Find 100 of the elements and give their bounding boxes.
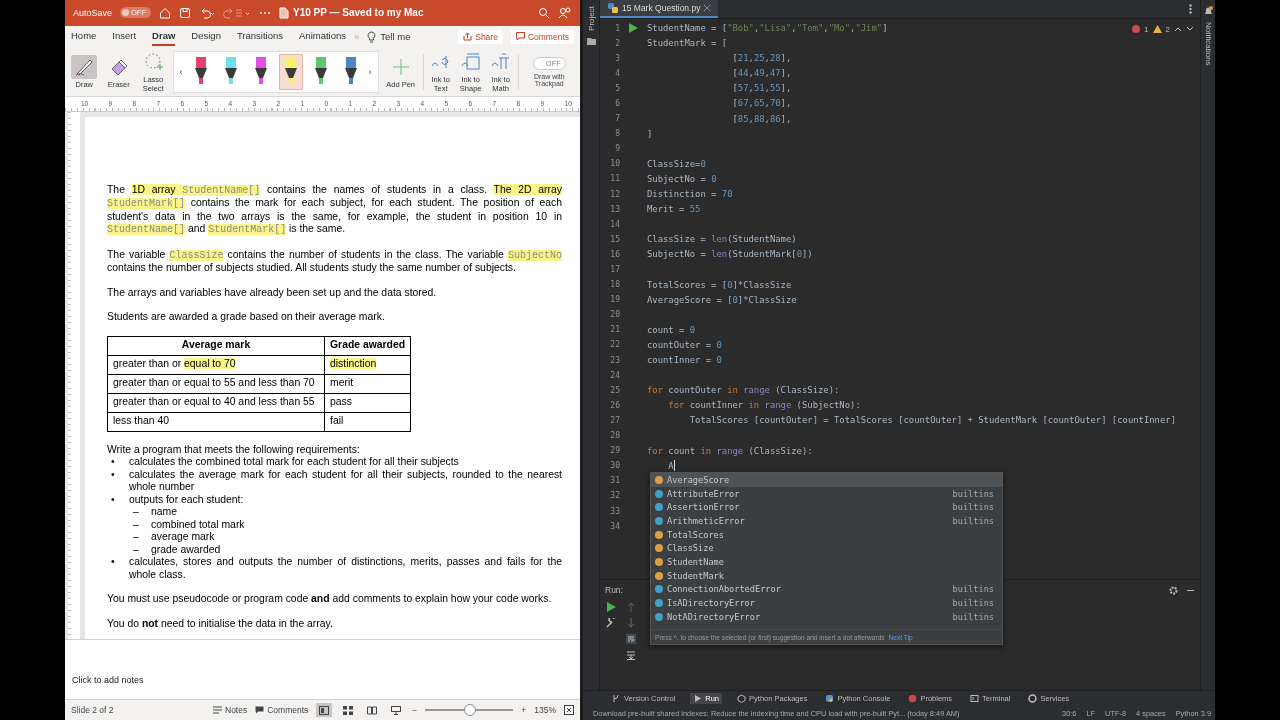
comments-button[interactable]: Comments xyxy=(510,29,574,44)
line-number: 32 xyxy=(609,491,620,501)
table-cell: greater than or equal to 55 and less than 70 xyxy=(107,374,325,394)
line-number: 8 xyxy=(614,129,620,139)
search-icon[interactable] xyxy=(538,6,550,19)
project-panel-tab[interactable]: Project xyxy=(586,6,596,31)
soft-wrap-icon[interactable] xyxy=(626,634,636,645)
paragraph: You do not need to initialise the data in the array. xyxy=(107,617,334,631)
completion-item[interactable]: StudentName xyxy=(651,555,1002,569)
line-number: 3 xyxy=(614,53,620,63)
code-line: TotalScores = [0]*ClassSize xyxy=(647,279,792,290)
line-number: 14 xyxy=(609,219,620,229)
line-number: 11 xyxy=(609,174,620,184)
view-button[interactable] xyxy=(316,703,333,718)
wrench-icon[interactable] xyxy=(606,618,616,629)
ribbon-tab[interactable]: Design xyxy=(191,27,221,47)
line-number: 24 xyxy=(609,370,620,380)
save-icon[interactable] xyxy=(179,6,192,19)
paragraph: The 1D array StudentName[] contains the names of students in a class. The 2D array StudentMark[] contains the mark for each subject, for each student. The position of each student's data in the two arrays is the same, for example, the student in position 10 in StudentName[] and StudentMark[] is the same. xyxy=(107,183,562,237)
tell-me-field[interactable]: Tell me xyxy=(380,31,411,43)
bell-icon[interactable] xyxy=(1203,6,1213,16)
completion-item[interactable]: StudentMark xyxy=(651,568,1002,583)
more-options-icon[interactable] xyxy=(1189,3,1192,14)
code-line: for countOuter in range (ClassSize): xyxy=(647,385,840,396)
line-number: 20 xyxy=(609,310,620,320)
code-line: Distinction = 70 xyxy=(647,189,733,200)
play-icon xyxy=(693,694,703,704)
comments-button[interactable]: Comments xyxy=(255,705,309,716)
close-icon[interactable] xyxy=(704,4,711,11)
lightbulb-icon xyxy=(367,30,377,43)
line-number: 4 xyxy=(614,68,620,78)
settings-icon[interactable] xyxy=(1169,585,1178,595)
share-button[interactable]: Share xyxy=(458,29,503,44)
completion-item[interactable]: ClassSize xyxy=(651,541,1002,556)
ribbon-tab[interactable]: Insert xyxy=(112,27,137,47)
notes-button[interactable]: Notes xyxy=(213,705,248,716)
bullet: • xyxy=(110,493,116,507)
line-number: 9 xyxy=(614,144,620,154)
line-number: 29 xyxy=(609,446,620,456)
zoom-out-button[interactable]: − xyxy=(412,705,418,716)
file-tab[interactable]: 15 Mark Question.py xyxy=(600,0,719,18)
completion-item[interactable]: ConnectionAbortedError builtins xyxy=(651,582,1002,597)
notes-placeholder[interactable]: Click to add notes xyxy=(72,675,144,686)
list-item: combined total mark xyxy=(151,518,246,532)
completion-item[interactable]: TotalScores xyxy=(651,527,1002,542)
highlighter-pen[interactable] xyxy=(278,53,303,90)
list-item: grade awarded xyxy=(151,543,222,557)
code-line: for count in range (ClassSize): xyxy=(647,445,813,456)
completion-item[interactable]: AttributeError builtins xyxy=(651,486,1002,501)
scroll-left-chevron[interactable]: ‹ xyxy=(179,66,183,77)
play-icon[interactable] xyxy=(606,602,616,613)
dash: – xyxy=(132,506,140,519)
ribbon-tab[interactable]: Draw xyxy=(152,27,176,47)
completion-item[interactable]: AssertionError builtins xyxy=(651,500,1002,515)
folder-icon[interactable] xyxy=(586,36,596,45)
warning-icon xyxy=(1152,25,1162,34)
document-title: Y10 PP — Saved to my Mac xyxy=(293,7,424,19)
home-icon[interactable] xyxy=(159,6,172,19)
notifications-panel-tab[interactable]: Notifications xyxy=(1203,22,1213,66)
code-line: ClassSize=0 xyxy=(647,158,706,169)
line-number: 6 xyxy=(614,98,620,108)
warning-count[interactable]: 2 xyxy=(1165,24,1170,34)
ribbon-tab[interactable]: Home xyxy=(71,27,97,47)
zoom-thumb[interactable] xyxy=(464,704,477,717)
code-line: Merit = 55 xyxy=(647,204,701,215)
run-panel-label: Run: xyxy=(605,585,623,596)
ribbon-tab[interactable]: Animations xyxy=(299,27,347,47)
down-arrow-icon[interactable] xyxy=(627,618,635,629)
line-number: 10 xyxy=(609,159,620,169)
slide-counter: Slide 2 of 2 xyxy=(71,705,114,716)
table-cell: pass xyxy=(324,393,411,413)
table-cell: greater than or equal to 70 xyxy=(107,355,325,375)
fit-to-window-icon[interactable] xyxy=(564,705,574,716)
scroll-to-end-icon[interactable] xyxy=(626,650,636,661)
run-icon[interactable] xyxy=(629,23,638,33)
undo-icon[interactable] xyxy=(199,6,216,19)
completion-item[interactable]: ArithmeticError builtins xyxy=(651,514,1002,528)
completion-item[interactable]: IsADirectoryError builtins xyxy=(651,596,1002,610)
zoom-in-button[interactable]: + xyxy=(521,705,527,716)
line-number: 5 xyxy=(614,83,620,93)
text-cursor xyxy=(673,460,675,472)
zoom-level: 135% xyxy=(534,705,556,716)
python-icon xyxy=(825,694,835,704)
lasso-icon xyxy=(143,52,164,73)
error-count[interactable]: 1 xyxy=(1144,24,1149,34)
bullet: • xyxy=(110,468,116,482)
line-number: 1 xyxy=(614,23,620,33)
code-line: [57,51,55], xyxy=(731,83,792,94)
completion-item[interactable]: AverageScore xyxy=(651,473,1002,487)
bullet: • xyxy=(110,456,116,469)
completion-item[interactable]: NotADirectoryError builtins xyxy=(651,609,1002,624)
line-number: 7 xyxy=(614,114,620,124)
people-icon[interactable] xyxy=(558,6,572,19)
plus-icon xyxy=(390,56,411,77)
up-arrow-icon[interactable] xyxy=(627,602,635,613)
ribbon-tab[interactable]: Transitions xyxy=(236,27,284,47)
line-number: 25 xyxy=(609,385,620,395)
line-number: 15 xyxy=(609,234,620,244)
scroll-right-chevron[interactable]: › xyxy=(368,66,372,77)
line-number: 30 xyxy=(609,461,620,471)
